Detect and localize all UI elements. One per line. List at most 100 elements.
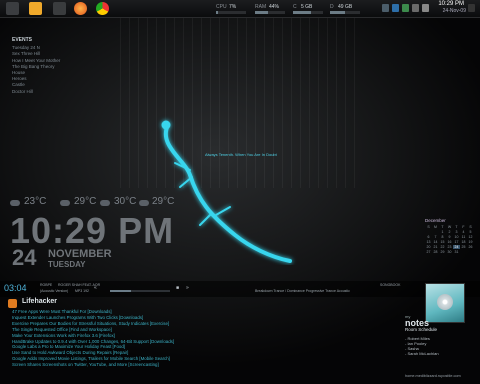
music-player-bar: 03:04 ROBPE ROGER SHAH FEAT. AOR (Acoust… xyxy=(0,281,480,297)
calendar-weekday-header: W xyxy=(447,225,452,229)
desktop-clock-month: NOVEMBER xyxy=(48,248,112,260)
calendar-day xyxy=(460,250,467,254)
track-progress-bar[interactable] xyxy=(110,290,170,292)
weather-temp: 23°C xyxy=(24,196,47,207)
calendar-day xyxy=(425,230,432,234)
calendar-day[interactable]: 10 xyxy=(453,235,460,239)
note-item[interactable]: - Sarah McLachlan xyxy=(405,351,477,356)
track-bitrate: MP3 192 xyxy=(75,289,90,293)
taskbar-clock-date: 24-Nov-09 xyxy=(442,8,466,14)
stop-button[interactable]: ■ xyxy=(176,285,179,291)
rss-headline-list: 47 Free Apps Were Must Thankful For [Dow… xyxy=(12,309,174,368)
calendar-day[interactable]: 27 xyxy=(425,250,432,254)
calendar-weekday-header: M xyxy=(434,225,437,229)
calendar-day[interactable]: 6 xyxy=(425,235,432,239)
calendar-day[interactable]: 1 xyxy=(439,230,446,234)
network-icon[interactable] xyxy=(422,4,429,12)
calendar-day[interactable]: 11 xyxy=(460,235,467,239)
desktop-clock-day: 24 xyxy=(12,245,37,270)
calendar-day[interactable]: 23 xyxy=(446,245,453,249)
track-title: ROBPE xyxy=(40,283,53,287)
calendar-weekday-header: T xyxy=(441,225,444,229)
lizard-caption: Always Tenenth. When You Are In Doubt xyxy=(205,152,277,157)
calendar-day[interactable]: 29 xyxy=(439,250,446,254)
ram-bar xyxy=(255,11,285,14)
calendar-day[interactable]: 13 xyxy=(425,240,432,244)
calendar-day[interactable]: 22 xyxy=(439,245,446,249)
previous-button[interactable]: « xyxy=(94,285,97,291)
calendar-day[interactable]: 25 xyxy=(460,245,467,249)
chrome-icon[interactable] xyxy=(96,2,109,15)
calendar-day[interactable]: 5 xyxy=(467,230,474,234)
calendar-day[interactable]: 3 xyxy=(453,230,460,234)
calendar-day[interactable]: 26 xyxy=(467,245,474,249)
calendar-day[interactable]: 7 xyxy=(432,235,439,239)
rss-feed-title[interactable]: Lifehacker xyxy=(22,298,57,305)
app-launcher-icon[interactable] xyxy=(6,2,19,15)
cpu-bar xyxy=(216,11,246,14)
tray-icon[interactable] xyxy=(382,4,389,12)
calendar-widget: December S M T W T F S 1 2 3 4 5 6 7 8 9 10 11 12 13 14 15 16 1… xyxy=(425,218,477,278)
next-button[interactable]: » xyxy=(186,285,189,291)
notes-subtitle: Room Schedule xyxy=(405,327,438,332)
event-item[interactable]: Doctor Hill xyxy=(12,89,60,95)
calendar-day[interactable]: 2 xyxy=(446,230,453,234)
calendar-day[interactable]: 21 xyxy=(432,245,439,249)
top-taskbar: CPU 7% RAM 44% C 5 GB D 49 GB 10:29 PM 2… xyxy=(0,0,480,18)
calendar-day[interactable]: 8 xyxy=(439,235,446,239)
calendar-day[interactable]: 17 xyxy=(453,240,460,244)
calendar-day[interactable]: 31 xyxy=(453,250,460,254)
calendar-day[interactable]: 24 xyxy=(453,245,460,249)
notes-widget: my notes Room Schedule - Robert Miles - … xyxy=(405,314,477,356)
calendar-weekday-header: F xyxy=(462,225,465,229)
volume-icon[interactable] xyxy=(412,4,419,12)
songbook-label: SONGBOOK xyxy=(380,283,401,287)
calendar-day[interactable]: 15 xyxy=(439,240,446,244)
music-elapsed-time: 03:04 xyxy=(4,283,27,293)
calendar-weekday-header: S xyxy=(427,225,430,229)
calendar-day[interactable]: 16 xyxy=(446,240,453,244)
calendar-weekday-header: T xyxy=(455,225,458,229)
cpu-label: CPU xyxy=(216,4,227,10)
calendar-day[interactable]: 18 xyxy=(460,240,467,244)
drive-d-value: 49 GB xyxy=(338,4,353,10)
weather-temp: 30°C xyxy=(114,196,137,207)
cloud-icon xyxy=(10,200,20,206)
cloud-icon xyxy=(60,200,70,206)
calendar-month-title: December xyxy=(425,218,446,223)
drive-d-bar xyxy=(330,11,360,14)
cloud-icon xyxy=(100,200,110,206)
notes-footer-link[interactable]: home.mediblizzard.ruposttle.com xyxy=(405,374,461,378)
tray-icon[interactable] xyxy=(402,4,409,12)
cloud-icon xyxy=(139,200,149,206)
event-item[interactable]: How I Meet Your Mother xyxy=(12,58,60,64)
rss-headline[interactable]: Exercise Prepares Our Bodies for Stressf… xyxy=(12,321,174,327)
cpu-value: 7% xyxy=(229,4,237,10)
track-mix: (Acoustic Version) xyxy=(40,289,69,293)
cd-disc-icon xyxy=(437,294,453,310)
weather-temp: 29°C xyxy=(74,196,97,207)
calendar-day[interactable]: 4 xyxy=(460,230,467,234)
calendar-day[interactable]: 9 xyxy=(446,235,453,239)
songbook-subtitle: Breakdown Trance / Dominance Progressive… xyxy=(255,289,350,293)
drive-c-label: C xyxy=(293,4,297,10)
rss-headline[interactable]: Screen Shares Screenshots on Twitter, Yo… xyxy=(12,362,174,368)
calendar-day[interactable]: 19 xyxy=(467,240,474,244)
desktop-clock-weekday: TUESDAY xyxy=(48,260,86,269)
ram-label: RAM xyxy=(255,4,267,10)
rss-feed-icon xyxy=(8,299,17,308)
calendar-day[interactable]: 12 xyxy=(467,235,474,239)
drive-c-bar xyxy=(293,11,323,14)
calendar-day[interactable]: 28 xyxy=(432,250,439,254)
tray-icon[interactable] xyxy=(392,4,399,12)
calendar-day[interactable]: 14 xyxy=(432,240,439,244)
foobar-icon[interactable] xyxy=(53,2,66,15)
firefox-icon[interactable] xyxy=(74,2,87,15)
taskbar-clock-time[interactable]: 10:29 PM xyxy=(438,1,464,7)
events-title: EVENTS xyxy=(12,37,33,43)
calendar-day xyxy=(432,230,439,234)
quicktime-icon[interactable] xyxy=(29,2,42,15)
show-desktop-icon[interactable] xyxy=(468,4,475,12)
calendar-day[interactable]: 20 xyxy=(425,245,432,249)
calendar-day[interactable]: 30 xyxy=(446,250,453,254)
